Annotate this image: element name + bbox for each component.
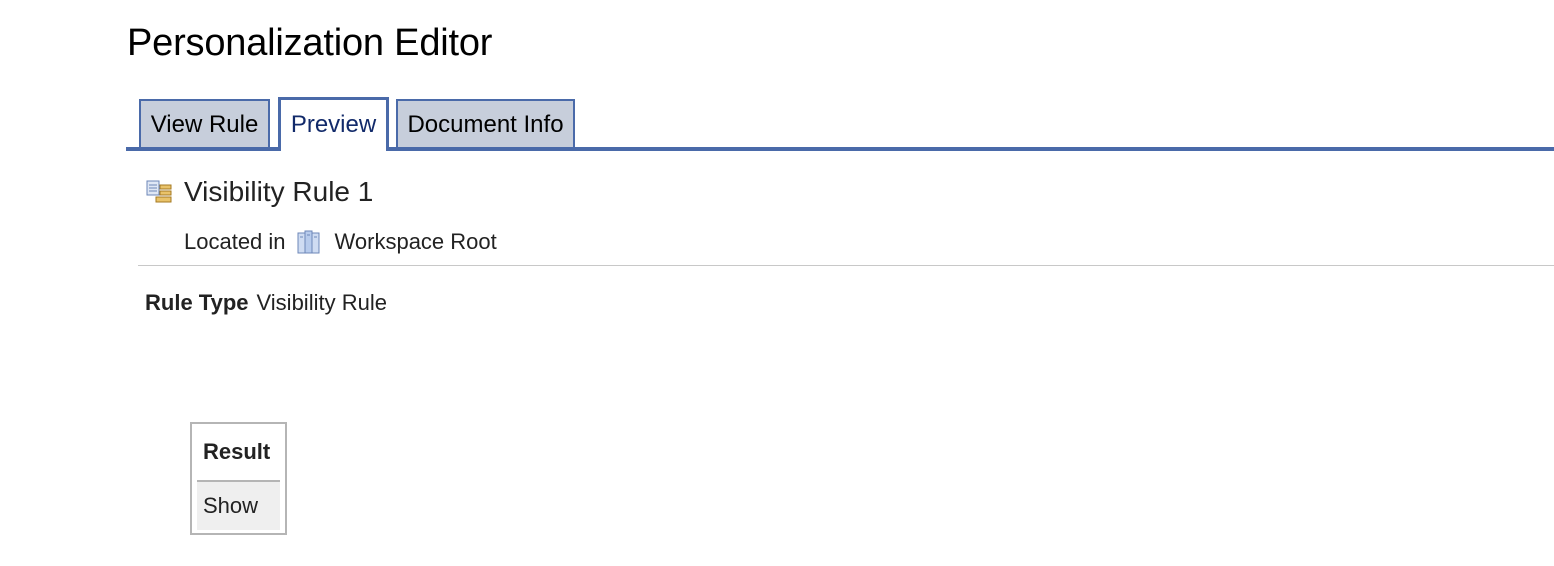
- location-value[interactable]: Workspace Root: [335, 229, 497, 255]
- rule-type: Rule Type Visibility Rule: [145, 289, 387, 317]
- rule-type-value: Visibility Rule: [256, 290, 387, 315]
- tab-preview[interactable]: Preview: [278, 97, 389, 151]
- rule-location: Located in Workspace Root: [184, 225, 497, 259]
- tab-document-info[interactable]: Document Info: [396, 99, 575, 147]
- rule-type-label: Rule Type: [145, 290, 249, 315]
- tab-view-rule[interactable]: View Rule: [139, 99, 270, 147]
- section-divider: [138, 265, 1554, 266]
- result-table: Result Show: [190, 422, 287, 535]
- personalization-editor-page: Personalization Editor View Rule Preview…: [0, 0, 1554, 566]
- page-title: Personalization Editor: [127, 22, 493, 64]
- result-column-header: Result: [197, 434, 280, 482]
- workspace-icon: [297, 230, 320, 254]
- location-label: Located in: [184, 229, 286, 254]
- rule-header: Visibility Rule 1: [146, 175, 373, 209]
- result-cell: Show: [197, 482, 280, 530]
- rule-icon: [146, 180, 172, 203]
- tab-bar: View Rule Preview Document Info: [126, 97, 1554, 152]
- rule-name: Visibility Rule 1: [184, 176, 374, 207]
